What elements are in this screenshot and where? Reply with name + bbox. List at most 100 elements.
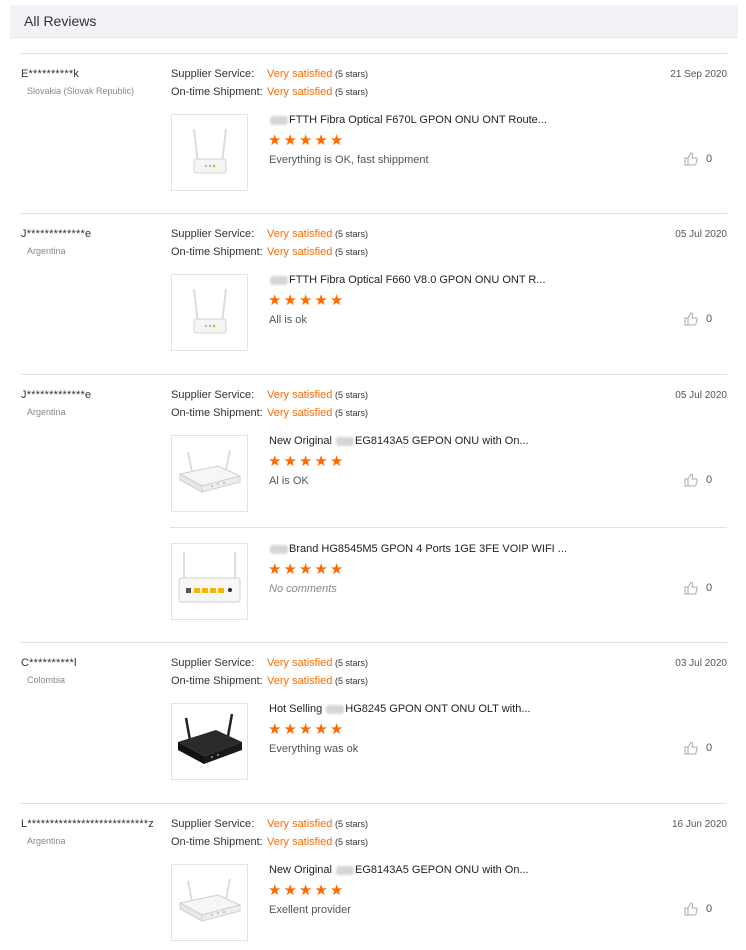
star-icon: ★: [314, 292, 328, 309]
star-icon: ★: [283, 882, 297, 899]
star-icon: ★: [329, 132, 344, 149]
product-title-prefix: Hot Selling: [269, 703, 323, 715]
product-rating-stars: ★ ★ ★ ★ ★: [268, 132, 344, 149]
product-thumbnail[interactable]: [171, 703, 248, 780]
helpful-button[interactable]: 0: [684, 581, 712, 595]
star-icon: ★: [314, 132, 328, 149]
helpful-count: 0: [706, 582, 713, 594]
ontime-shipment-rating: Very satisfied: [267, 86, 333, 98]
review-divider: [21, 374, 727, 375]
helpful-button[interactable]: 0: [684, 741, 712, 755]
star-icon: ★: [329, 561, 344, 578]
supplier-service-label: Supplier Service:: [171, 389, 255, 401]
helpful-count: 0: [706, 742, 713, 754]
ontime-shipment-rating: Very satisfied: [267, 675, 333, 687]
product-title-text: HG8245 GPON ONT ONU OLT with...: [345, 703, 531, 715]
product-title-text: EG8143A5 GEPON ONU with On...: [355, 435, 529, 447]
product-rating-stars: ★ ★ ★ ★ ★: [268, 721, 344, 738]
product-title-link[interactable]: Brand HG8545M5 GPON 4 Ports 1GE 3FE VOIP…: [269, 543, 567, 555]
star-icon: ★: [298, 882, 313, 899]
ontime-shipment-label: On-time Shipment:: [171, 836, 263, 848]
thumbs-up-icon[interactable]: [684, 152, 698, 166]
redacted-brand: [326, 704, 345, 714]
supplier-service-label: Supplier Service:: [171, 818, 255, 830]
review-divider: [21, 53, 727, 54]
product-thumbnail[interactable]: [171, 274, 248, 351]
product-title-text: FTTH Fibra Optical F660 V8.0 GPON ONU ON…: [289, 274, 546, 286]
review-date: 05 Jul 2020: [675, 390, 727, 401]
buyer-name: E**********k: [21, 68, 80, 80]
all-reviews-header: All Reviews: [10, 5, 738, 38]
review-date: 16 Jun 2020: [671, 819, 727, 830]
star-icon: ★: [298, 721, 313, 738]
item-divider: [170, 527, 727, 528]
thumbs-up-icon[interactable]: [684, 741, 698, 755]
buyer-country: Argentina: [27, 246, 66, 256]
ontime-shipment-rating: Very satisfied: [267, 246, 333, 258]
review-comment: Everything is OK, fast shippment: [269, 154, 429, 166]
product-title-link[interactable]: New Original EG8143A5 GEPON ONU with On.…: [269, 864, 529, 876]
buyer-country: Argentina: [27, 836, 66, 846]
product-thumbnail[interactable]: [171, 543, 248, 620]
star-icon: ★: [329, 721, 344, 738]
star-icon: ★: [298, 453, 313, 470]
redacted-brand: [270, 275, 288, 285]
product-title-text: FTTH Fibra Optical F670L GPON ONU ONT Ro…: [289, 114, 547, 126]
review-date: 03 Jul 2020: [675, 658, 727, 669]
ontime-shipment-stars: (5 stars): [335, 676, 369, 686]
product-rating-stars: ★ ★ ★ ★ ★: [268, 292, 343, 309]
star-icon: ★: [314, 882, 328, 899]
star-icon: ★: [298, 561, 313, 578]
ontime-shipment-rating: Very satisfied: [267, 836, 333, 848]
ontime-shipment-rating: Very satisfied: [267, 407, 333, 419]
thumbs-up-icon[interactable]: [684, 473, 698, 487]
star-icon: ★: [298, 292, 313, 309]
review-comment: Al is OK: [269, 475, 309, 487]
supplier-service-label: Supplier Service:: [171, 228, 255, 240]
helpful-button[interactable]: 0: [684, 902, 712, 916]
buyer-country: Colombia: [27, 675, 66, 685]
helpful-button[interactable]: 0: [684, 473, 712, 487]
review-comment: Exellent provider: [269, 904, 351, 916]
star-icon: ★: [283, 292, 297, 309]
supplier-service-stars: (5 stars): [335, 390, 369, 400]
buyer-name: J*************e: [21, 389, 92, 401]
supplier-service-rating: Very satisfied: [267, 818, 333, 830]
helpful-count: 0: [706, 474, 713, 486]
product-title-prefix: New Original: [269, 864, 332, 876]
helpful-button[interactable]: 0: [684, 152, 712, 166]
review-comment: Everything was ok: [269, 743, 359, 755]
thumbs-up-icon[interactable]: [684, 902, 698, 916]
review-comment: No comments: [269, 583, 337, 595]
redacted-brand: [336, 865, 355, 875]
star-icon: ★: [268, 561, 282, 578]
review-comment: All is ok: [269, 314, 307, 326]
supplier-service-rating: Very satisfied: [267, 657, 333, 669]
ontime-shipment-stars: (5 stars): [335, 408, 369, 418]
helpful-button[interactable]: 0: [684, 312, 712, 326]
supplier-service-rating: Very satisfied: [267, 228, 333, 240]
helpful-count: 0: [706, 903, 713, 915]
star-icon: ★: [268, 882, 282, 899]
product-rating-stars: ★ ★ ★ ★ ★: [268, 453, 344, 470]
buyer-country: Argentina: [27, 407, 66, 417]
star-icon: ★: [314, 721, 328, 738]
product-title-link[interactable]: FTTH Fibra Optical F660 V8.0 GPON ONU ON…: [269, 274, 546, 286]
buyer-name: J*************e: [21, 228, 92, 240]
product-title-link[interactable]: FTTH Fibra Optical F670L GPON ONU ONT Ro…: [269, 114, 547, 126]
star-icon: ★: [268, 453, 282, 470]
product-thumbnail[interactable]: [171, 435, 248, 512]
supplier-service-stars: (5 stars): [335, 69, 369, 79]
product-thumbnail[interactable]: [171, 114, 248, 191]
product-title-link[interactable]: Hot Selling HG8245 GPON ONT ONU OLT with…: [269, 703, 530, 715]
thumbs-up-icon[interactable]: [684, 581, 698, 595]
thumbs-up-icon[interactable]: [684, 312, 698, 326]
product-title-prefix: New Original: [269, 435, 332, 447]
helpful-count: 0: [706, 153, 713, 165]
product-thumbnail[interactable]: [171, 864, 248, 941]
star-icon: ★: [268, 132, 282, 149]
star-icon: ★: [314, 561, 328, 578]
product-title-link[interactable]: New Original EG8143A5 GEPON ONU with On.…: [269, 435, 529, 447]
star-icon: ★: [329, 453, 344, 470]
review-date: 05 Jul 2020: [675, 229, 727, 240]
